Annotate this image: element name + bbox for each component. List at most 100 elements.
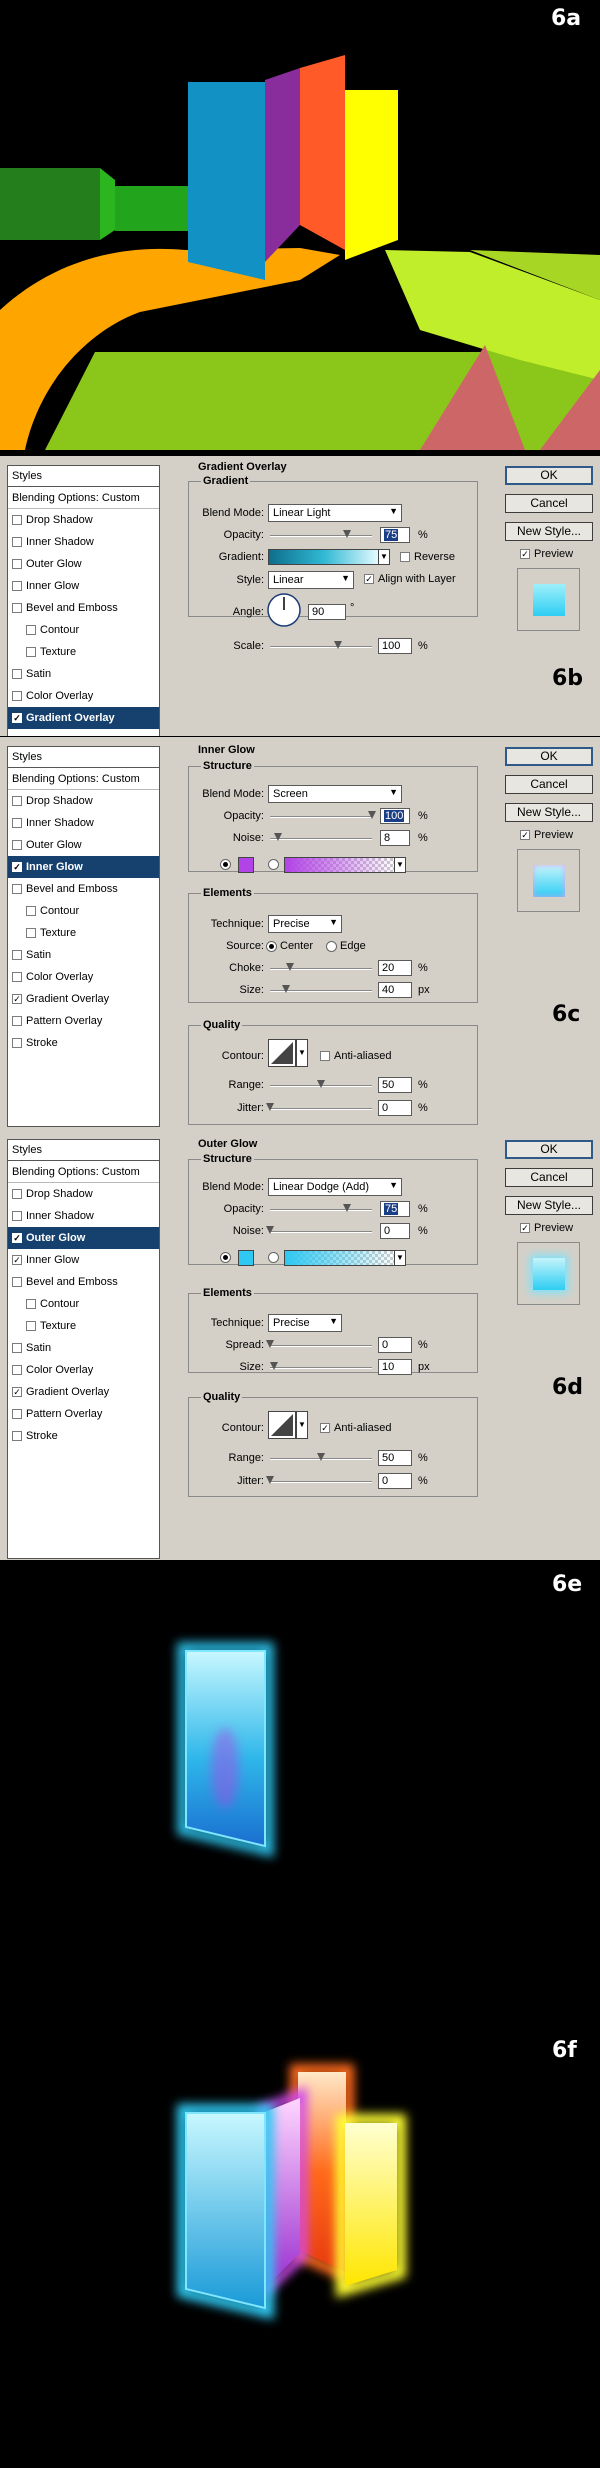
anti-aliased-checkbox[interactable]: ✓ Anti-aliased (320, 1422, 391, 1434)
contour-picker[interactable] (268, 1411, 296, 1439)
blending-options[interactable]: Blending Options: Custom (8, 487, 159, 509)
style-checkbox[interactable]: ✓ (12, 1255, 22, 1265)
glow-color-swatch[interactable] (238, 857, 254, 873)
style-item-satin[interactable]: Satin (8, 663, 159, 685)
style-item-pattern-overlay[interactable]: Pattern Overlay (8, 1403, 159, 1425)
style-checkbox[interactable] (12, 1277, 22, 1287)
contour-dropdown[interactable]: ▼ (296, 1411, 308, 1439)
angle-field[interactable]: 90 (308, 604, 346, 620)
contour-picker[interactable] (268, 1039, 296, 1067)
style-checkbox[interactable] (12, 1365, 22, 1375)
jitter-field[interactable]: 0 (378, 1100, 412, 1116)
blending-options[interactable]: Blending Options: Custom (8, 1161, 159, 1183)
style-item-outer-glow[interactable]: ✓ Outer Glow (8, 1227, 159, 1249)
style-checkbox[interactable] (26, 1299, 36, 1309)
style-checkbox[interactable]: ✓ (12, 1387, 22, 1397)
style-item-bevel-and-emboss[interactable]: Bevel and Emboss (8, 1271, 159, 1293)
style-checkbox[interactable]: ✓ (12, 1233, 22, 1243)
style-checkbox[interactable] (26, 625, 36, 635)
style-checkbox[interactable] (12, 537, 22, 547)
style-checkbox[interactable] (12, 559, 22, 569)
anti-aliased-checkbox[interactable]: Anti-aliased (320, 1050, 391, 1062)
scale-field[interactable]: 100 (378, 638, 412, 654)
align-with-layer-checkbox[interactable]: ✓ Align with Layer (364, 573, 456, 585)
opacity-field[interactable]: 75 (380, 527, 410, 543)
style-checkbox[interactable] (12, 669, 22, 679)
opacity-slider[interactable] (270, 530, 372, 538)
style-item-drop-shadow[interactable]: Drop Shadow (8, 790, 159, 812)
choke-field[interactable]: 20 (378, 960, 412, 976)
choke-slider[interactable] (270, 963, 372, 971)
style-checkbox[interactable]: ✓ (12, 994, 22, 1004)
style-item-pattern-overlay[interactable]: Pattern Overlay (8, 1010, 159, 1032)
style-item-texture[interactable]: Texture (8, 1315, 159, 1337)
cancel-button[interactable]: Cancel (505, 775, 593, 794)
style-checkbox[interactable] (12, 1038, 22, 1048)
style-checkbox[interactable] (12, 840, 22, 850)
style-select[interactable]: Linear ▼ (268, 571, 354, 589)
jitter-slider[interactable] (266, 1103, 372, 1111)
slider-thumb[interactable] (342, 530, 351, 538)
noise-field[interactable]: 0 (380, 1223, 410, 1239)
style-checkbox[interactable] (12, 818, 22, 828)
slider-thumb[interactable] (266, 1226, 274, 1234)
style-checkbox[interactable]: ✓ (12, 713, 22, 723)
slider-thumb[interactable] (334, 641, 342, 649)
size-field[interactable]: 40 (378, 982, 412, 998)
slider-thumb[interactable] (266, 1476, 274, 1484)
style-item-inner-shadow[interactable]: Inner Shadow (8, 1205, 159, 1227)
style-checkbox[interactable] (12, 691, 22, 701)
new-style-button[interactable]: New Style... (505, 803, 593, 822)
slider-thumb[interactable] (342, 1204, 351, 1212)
style-item-contour[interactable]: Contour (8, 900, 159, 922)
style-checkbox[interactable] (26, 647, 36, 657)
style-checkbox[interactable] (26, 928, 36, 938)
technique-select[interactable]: Precise ▼ (268, 915, 342, 933)
opacity-slider[interactable] (270, 811, 376, 819)
size-field[interactable]: 10 (378, 1359, 412, 1375)
slider-thumb[interactable] (317, 1080, 325, 1088)
style-checkbox[interactable] (26, 1321, 36, 1331)
opacity-field[interactable]: 100 (380, 808, 410, 824)
blend-mode-select[interactable]: Linear Light ▼ (268, 504, 402, 522)
style-item-drop-shadow[interactable]: Drop Shadow (8, 509, 159, 531)
slider-thumb[interactable] (274, 833, 283, 841)
glow-color-swatch[interactable] (238, 1250, 254, 1266)
style-item-satin[interactable]: Satin (8, 1337, 159, 1359)
style-item-texture[interactable]: Texture (8, 641, 159, 663)
range-field[interactable]: 50 (378, 1450, 412, 1466)
style-item-color-overlay[interactable]: Color Overlay (8, 1359, 159, 1381)
scale-slider[interactable] (270, 641, 372, 649)
size-slider[interactable] (270, 1362, 372, 1370)
preview-checkbox[interactable]: ✓ Preview (520, 548, 573, 560)
gradient-dropdown[interactable]: ▼ (394, 857, 406, 873)
style-item-color-overlay[interactable]: Color Overlay (8, 685, 159, 707)
range-slider[interactable] (270, 1080, 372, 1088)
style-item-stroke[interactable]: Stroke (8, 1032, 159, 1054)
style-item-bevel-and-emboss[interactable]: Bevel and Emboss (8, 597, 159, 619)
style-checkbox[interactable] (12, 796, 22, 806)
style-checkbox[interactable] (12, 950, 22, 960)
source-edge-radio[interactable]: Edge (326, 940, 366, 952)
style-item-inner-glow[interactable]: ✓ Inner Glow (8, 856, 159, 878)
slider-thumb[interactable] (282, 985, 291, 993)
jitter-field[interactable]: 0 (378, 1473, 412, 1489)
style-checkbox[interactable]: ✓ (12, 862, 22, 872)
noise-slider[interactable] (270, 833, 372, 841)
style-item-contour[interactable]: Contour (8, 1293, 159, 1315)
new-style-button[interactable]: New Style... (505, 522, 593, 541)
style-item-satin[interactable]: Satin (8, 944, 159, 966)
opacity-field[interactable]: 75 (380, 1201, 410, 1217)
contour-dropdown[interactable]: ▼ (296, 1039, 308, 1067)
technique-select[interactable]: Precise ▼ (268, 1314, 342, 1332)
ok-button[interactable]: OK (505, 1140, 593, 1159)
style-checkbox[interactable] (12, 581, 22, 591)
angle-dial[interactable] (266, 592, 302, 628)
gradient-picker[interactable] (268, 549, 380, 565)
style-checkbox[interactable] (12, 1409, 22, 1419)
style-item-bevel-and-emboss[interactable]: Bevel and Emboss (8, 878, 159, 900)
style-checkbox[interactable] (12, 884, 22, 894)
style-item-inner-glow[interactable]: Inner Glow (8, 575, 159, 597)
style-item-color-overlay[interactable]: Color Overlay (8, 966, 159, 988)
style-checkbox[interactable] (12, 1189, 22, 1199)
